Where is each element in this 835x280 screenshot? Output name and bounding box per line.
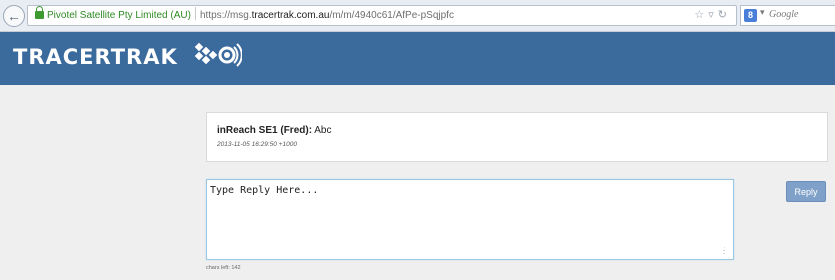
url-domain: tracertrak.com.au (251, 10, 330, 21)
lock-icon (35, 6, 44, 19)
url-prefix: https://msg. (199, 10, 252, 21)
reply-button[interactable]: Reply (786, 181, 826, 202)
divider (194, 7, 196, 20)
search-engine-placeholder: Google (769, 9, 799, 20)
url-text[interactable]: https://msg.tracertrak.com.au/m/m/4940c6… (200, 10, 454, 21)
search-engine-dropdown-icon[interactable]: ▾ (760, 7, 765, 18)
chars-left-counter: chars left: 142 (206, 265, 241, 271)
message-timestamp: 2013-11-05 16:29:50 +1000 (217, 141, 297, 148)
message-sender: inReach SE1 (Fred): (217, 125, 313, 136)
satellite-logo-icon (194, 42, 242, 67)
address-bar[interactable]: Pivotel Satellite Pty Limited (AU) https:… (27, 5, 737, 26)
dropdown-arrow-icon[interactable]: ▿ (708, 9, 718, 21)
reload-icon[interactable]: ↻ (718, 9, 731, 21)
back-arrow-icon[interactable]: ← (3, 5, 25, 27)
search-box[interactable]: 8 ▾ Google (740, 5, 835, 26)
star-icon[interactable]: ☆ (694, 9, 708, 21)
message-card: inReach SE1 (Fred): Abc 2013-11-05 16:29… (206, 112, 828, 162)
address-bar-icons: ☆▿↻ (694, 6, 731, 25)
reply-textarea[interactable]: Type Reply Here... (206, 179, 734, 260)
resize-handle-icon[interactable]: .:.: (723, 247, 731, 257)
tracertrak-logo: TRACERTRAK (13, 45, 178, 69)
message-header: inReach SE1 (Fred): Abc (217, 125, 332, 136)
site-identity[interactable]: Pivotel Satellite Pty Limited (AU) (47, 10, 191, 21)
url-path: /m/m/4940c61/AfPe-pSqjpfc (329, 10, 454, 21)
browser-toolbar: ← Pivotel Satellite Pty Limited (AU) http… (0, 0, 835, 32)
message-body: Abc (314, 125, 332, 136)
site-header: TRACERTRAK (0, 32, 835, 85)
google-icon[interactable]: 8 (744, 9, 757, 22)
